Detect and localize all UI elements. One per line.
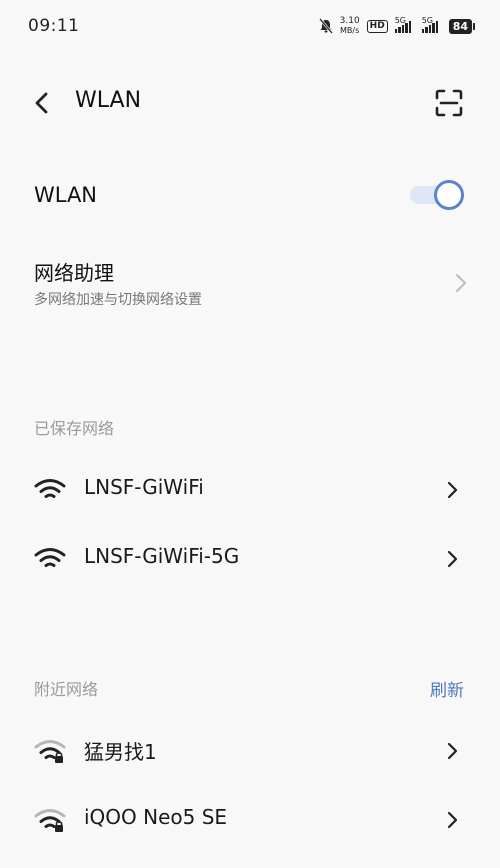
wifi-icon — [34, 548, 66, 567]
refresh-button[interactable]: 刷新 — [430, 676, 464, 701]
network-speed: 3.10 MB/s — [339, 16, 360, 36]
nearby-network-item[interactable]: iQOO Neo5 SE — [0, 789, 500, 849]
signal-icon-sim2: 5G — [421, 16, 442, 33]
network-speed-value: 3.10 — [339, 16, 360, 26]
status-icons: 3.10 MB/s HD 5G 5G 84 — [318, 16, 476, 36]
sim1-network-label: 5G — [394, 16, 406, 25]
header: WLAN — [0, 78, 500, 128]
network-name: 猛男找1 — [84, 740, 157, 764]
battery-icon: 84 — [448, 18, 476, 34]
network-name: iQOO Neo5 SE — [84, 805, 228, 829]
page-title: WLAN — [75, 88, 142, 113]
signal-icon-sim1: 5G — [394, 16, 415, 33]
chevron-right-icon — [447, 550, 458, 568]
wlan-toggle-label: WLAN — [34, 183, 98, 207]
wifi-lock-icon — [34, 740, 66, 763]
saved-network-item[interactable]: LNSF-GiWiFi-5G — [0, 528, 500, 588]
chevron-right-icon — [447, 481, 458, 499]
bell-muted-icon — [318, 18, 333, 34]
network-name: LNSF-GiWiFi-5G — [84, 544, 240, 568]
status-time: 09:11 — [28, 16, 80, 36]
nearby-network-item[interactable]: 猛男找1 — [0, 720, 500, 780]
wifi-lock-icon — [34, 809, 66, 832]
wifi-icon — [34, 479, 66, 498]
status-bar: 09:11 3.10 MB/s HD 5G 5G 84 — [0, 0, 500, 52]
saved-networks-header: 已保存网络 — [34, 419, 115, 438]
back-arrow-icon[interactable] — [30, 90, 56, 116]
nearby-networks-header: 附近网络 — [34, 680, 99, 699]
network-speed-unit: MB/s — [340, 26, 360, 35]
network-name: LNSF-GiWiFi — [84, 475, 204, 499]
network-assistant-row[interactable]: 网络助理 多网络加速与切换网络设置 — [0, 252, 500, 316]
network-assistant-subtitle: 多网络加速与切换网络设置 — [34, 292, 202, 308]
hd-badge: HD — [366, 19, 388, 33]
toggle-knob — [434, 180, 464, 210]
saved-network-item[interactable]: LNSF-GiWiFi — [0, 459, 500, 519]
chevron-right-icon — [447, 811, 458, 829]
chevron-right-icon — [447, 742, 458, 760]
wlan-toggle-switch[interactable] — [410, 178, 468, 212]
scan-qr-icon[interactable] — [434, 88, 464, 118]
sim2-network-label: 5G — [421, 16, 433, 25]
chevron-right-icon — [456, 274, 466, 292]
network-assistant-title: 网络助理 — [34, 261, 114, 285]
